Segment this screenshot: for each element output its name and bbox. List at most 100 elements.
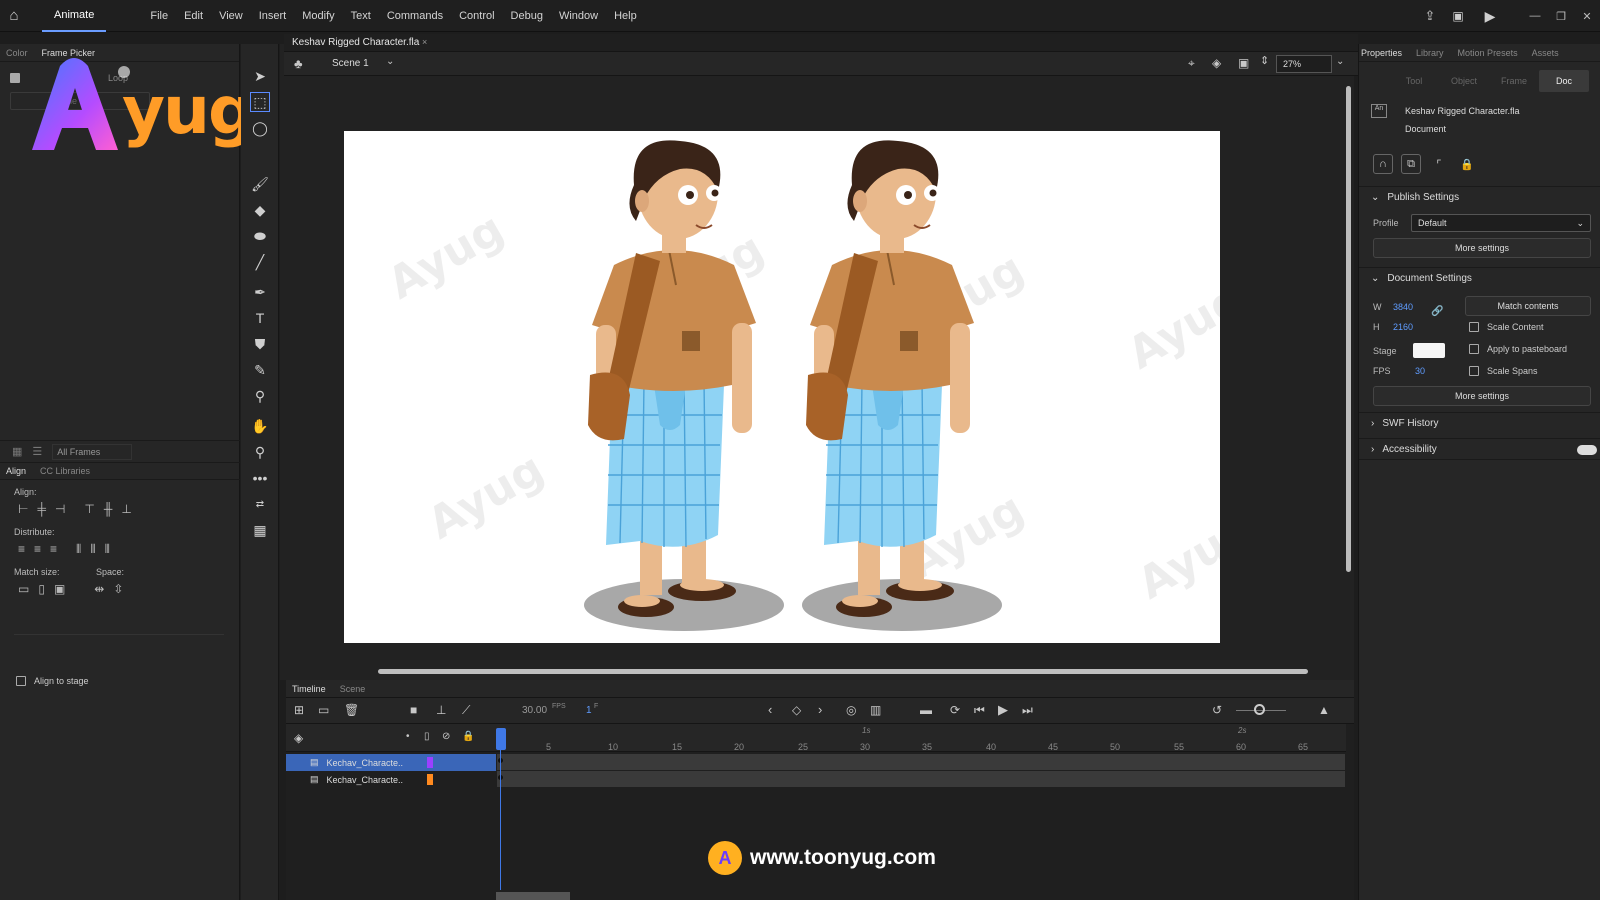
menu-insert[interactable]: Insert — [251, 0, 295, 32]
layer-row[interactable]: ▤ Kechav_Characte.. — [286, 771, 496, 788]
sub-tab-doc[interactable]: Doc — [1539, 70, 1589, 92]
step-forward-icon[interactable]: ⏭ — [1022, 703, 1033, 718]
distribute-left-icon[interactable]: ⦀ — [76, 542, 81, 557]
tab-library[interactable]: Library — [1416, 48, 1444, 58]
frame-ruler[interactable] — [496, 724, 1346, 752]
share-icon[interactable]: ⇪ — [1416, 8, 1444, 24]
list-view-icon[interactable]: ☰ — [32, 445, 42, 458]
play-icon[interactable]: ▶ — [998, 702, 1008, 718]
scale-content-checkbox[interactable] — [1469, 322, 1479, 332]
oval-tool-icon[interactable]: ⬬ — [250, 226, 270, 246]
tab-timeline[interactable]: Timeline — [292, 684, 326, 694]
new-layer-icon[interactable]: ⊞ — [294, 703, 304, 717]
sub-tab-object[interactable]: Object — [1439, 70, 1489, 92]
reset-zoom-icon[interactable]: ↺ — [1212, 703, 1222, 717]
publish-more-settings-button[interactable]: More settings — [1373, 238, 1591, 258]
layer-stack-icon[interactable]: ◈ — [294, 731, 303, 745]
height-value[interactable]: 2160 — [1393, 322, 1413, 332]
tab-properties[interactable]: Properties — [1361, 48, 1402, 58]
restore-icon[interactable]: ❐ — [1548, 6, 1574, 26]
line-tool-icon[interactable]: ╱ — [250, 252, 270, 272]
text-tool-icon[interactable]: T — [250, 308, 270, 328]
distribute-hcenter-icon[interactable]: ⦀ — [90, 542, 95, 557]
align-to-stage-checkbox[interactable] — [16, 676, 26, 686]
frame-picker-checkbox[interactable] — [10, 73, 20, 83]
graph-icon[interactable]: ⟋ — [462, 703, 470, 718]
sub-tab-tool[interactable]: Tool — [1389, 70, 1439, 92]
layer-frames-track[interactable] — [497, 754, 1345, 770]
parenting-icon[interactable]: ⊥ — [436, 703, 446, 717]
lock-all-icon[interactable]: 🔒 — [462, 731, 474, 742]
edit-multiple-frames-icon[interactable]: ▬ — [920, 703, 932, 717]
width-value[interactable]: 3840 — [1393, 302, 1413, 312]
layer-name[interactable]: Kechav_Characte.. — [327, 775, 404, 785]
fps-value[interactable]: 30 — [1415, 366, 1425, 376]
layer-row[interactable]: ▤ Kechav_Characte.. — [286, 754, 496, 771]
home-icon[interactable]: ⌂ — [0, 0, 28, 32]
match-contents-button[interactable]: Match contents — [1465, 296, 1591, 316]
scene-selector[interactable]: Scene 1 — [332, 58, 369, 69]
current-frame[interactable]: 1 — [586, 705, 592, 716]
link-dimensions-icon[interactable]: 🔗 — [1431, 306, 1443, 317]
minimize-icon[interactable]: — — [1522, 6, 1548, 26]
layer-frames-track[interactable] — [497, 771, 1345, 787]
menu-commands[interactable]: Commands — [379, 0, 451, 32]
layer-color-swatch[interactable] — [427, 774, 434, 785]
grid-view-icon[interactable]: ▦ — [12, 445, 22, 458]
tab-color[interactable]: Color — [6, 48, 28, 58]
lock-icon[interactable]: 🔒 — [1457, 154, 1477, 174]
prev-keyframe-icon[interactable]: ‹ — [768, 702, 772, 717]
fps-display[interactable]: 30.00 — [522, 705, 547, 716]
close-tab-icon[interactable]: × — [422, 37, 427, 47]
selection-tool-icon[interactable]: ➤ — [250, 66, 270, 86]
document-tab[interactable]: Keshav Rigged Character.fla — [292, 37, 419, 48]
menu-modify[interactable]: Modify — [294, 0, 342, 32]
zoom-dropdown-icon[interactable]: ⌄ — [1336, 56, 1344, 67]
apply-pasteboard-checkbox[interactable] — [1469, 344, 1479, 354]
distribute-right-icon[interactable]: ⦀ — [105, 542, 110, 557]
vertical-scrollbar[interactable] — [1346, 86, 1351, 572]
free-transform-tool-icon[interactable]: ⬚ — [250, 92, 270, 112]
tab-align[interactable]: Align — [6, 466, 26, 476]
distribute-vcenter-icon[interactable]: ≡ — [34, 542, 41, 557]
swf-history-header[interactable]: › SWF History — [1359, 412, 1600, 434]
app-tab-animate[interactable]: Animate — [42, 0, 107, 32]
visibility-icon[interactable]: ⊘ — [442, 731, 450, 742]
document-more-settings-button[interactable]: More settings — [1373, 386, 1591, 406]
pen-tool-icon[interactable]: ✒ — [250, 282, 270, 302]
frames-dropdown[interactable]: All Frames — [52, 443, 133, 460]
website-url[interactable]: www.toonyug.com — [750, 846, 936, 870]
menu-help[interactable]: Help — [606, 0, 645, 32]
stroke-fill-swap-icon[interactable]: ⇄ — [250, 494, 270, 514]
corner-icon[interactable]: ⌜ — [1429, 154, 1449, 174]
space-horizontal-icon[interactable]: ⇹ — [94, 582, 104, 596]
paint-bucket-tool-icon[interactable]: ⛊ — [250, 334, 270, 354]
space-vertical-icon[interactable]: ⇳ — [113, 582, 123, 596]
step-back-icon[interactable]: ⏮ — [974, 703, 985, 718]
outline-layers-icon[interactable]: ▯ — [424, 731, 430, 742]
snap-icon[interactable]: ∩ — [1373, 154, 1393, 174]
workspace-icon[interactable]: ▣ — [1444, 9, 1472, 23]
menu-text[interactable]: Text — [343, 0, 379, 32]
eraser-tool-icon[interactable]: ◆ — [250, 200, 270, 220]
tab-cc-libraries[interactable]: CC Libraries — [40, 466, 90, 476]
align-right-icon[interactable]: ⊣ — [55, 502, 65, 516]
layer-name[interactable]: Kechav_Characte.. — [327, 758, 404, 768]
tab-motion-presets[interactable]: Motion Presets — [1458, 48, 1518, 58]
center-stage-icon[interactable]: ⌖ — [1188, 56, 1195, 71]
horizontal-scrollbar[interactable] — [378, 669, 1308, 674]
match-height-icon[interactable]: ▯ — [38, 582, 45, 596]
tab-assets[interactable]: Assets — [1532, 48, 1559, 58]
align-bottom-icon[interactable]: ⊥ — [121, 502, 131, 516]
layers-icon[interactable]: ⧉ — [1401, 154, 1421, 174]
match-both-icon[interactable]: ▣ — [54, 582, 65, 596]
accessibility-header[interactable]: › Accessibility — [1359, 438, 1600, 460]
layer-color-swatch[interactable] — [427, 757, 434, 768]
zoom-tool-icon[interactable]: ⚲ — [250, 442, 270, 462]
stage-canvas[interactable]: Ayug Ayug Ayug Ayug Ayug Ayug Ayug — [344, 131, 1220, 643]
brush-tool-icon[interactable]: 🖌 — [250, 174, 270, 194]
align-vcenter-icon[interactable]: ╫ — [104, 502, 113, 516]
menu-file[interactable]: File — [142, 0, 176, 32]
pin-tool-icon[interactable]: ⚲ — [250, 386, 270, 406]
publish-settings-header[interactable]: ⌄ Publish Settings — [1359, 186, 1600, 208]
